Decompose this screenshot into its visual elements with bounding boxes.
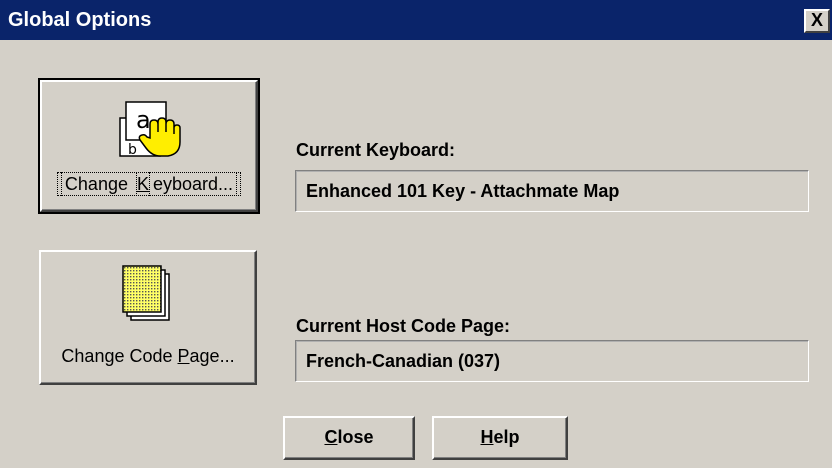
change-keyboard-button[interactable]: a b Change Keyboard... — [38, 78, 260, 214]
current-keyboard-value: Enhanced 101 Key - Attachmate Map — [306, 181, 620, 201]
current-host-code-page-label: Current Host Code Page: — [296, 316, 511, 336]
code-page-icon — [122, 265, 170, 321]
change-code-page-label: Change Code Page... — [61, 346, 235, 366]
help-button[interactable]: Help — [432, 416, 568, 460]
close-button[interactable]: Close — [283, 416, 415, 460]
svg-text:b: b — [128, 142, 137, 158]
window-title: Global Options — [8, 9, 152, 31]
current-host-code-page-field: French-Canadian (037) — [295, 340, 809, 382]
svg-text:a: a — [136, 106, 151, 134]
keyboard-hand-icon: a b — [119, 101, 181, 158]
change-keyboard-label: Change Keyboard... — [42, 172, 256, 196]
current-keyboard-label: Current Keyboard: — [296, 140, 456, 160]
window-close-button[interactable]: X — [804, 9, 830, 33]
change-code-page-button[interactable]: Change Code Page... — [39, 250, 257, 385]
current-host-code-page-value: French-Canadian (037) — [306, 351, 501, 371]
title-bar: Global Options X — [0, 0, 832, 40]
global-options-dialog: Global Options X a b Change Keyboard... … — [0, 0, 832, 468]
current-keyboard-field: Enhanced 101 Key - Attachmate Map — [295, 170, 809, 212]
